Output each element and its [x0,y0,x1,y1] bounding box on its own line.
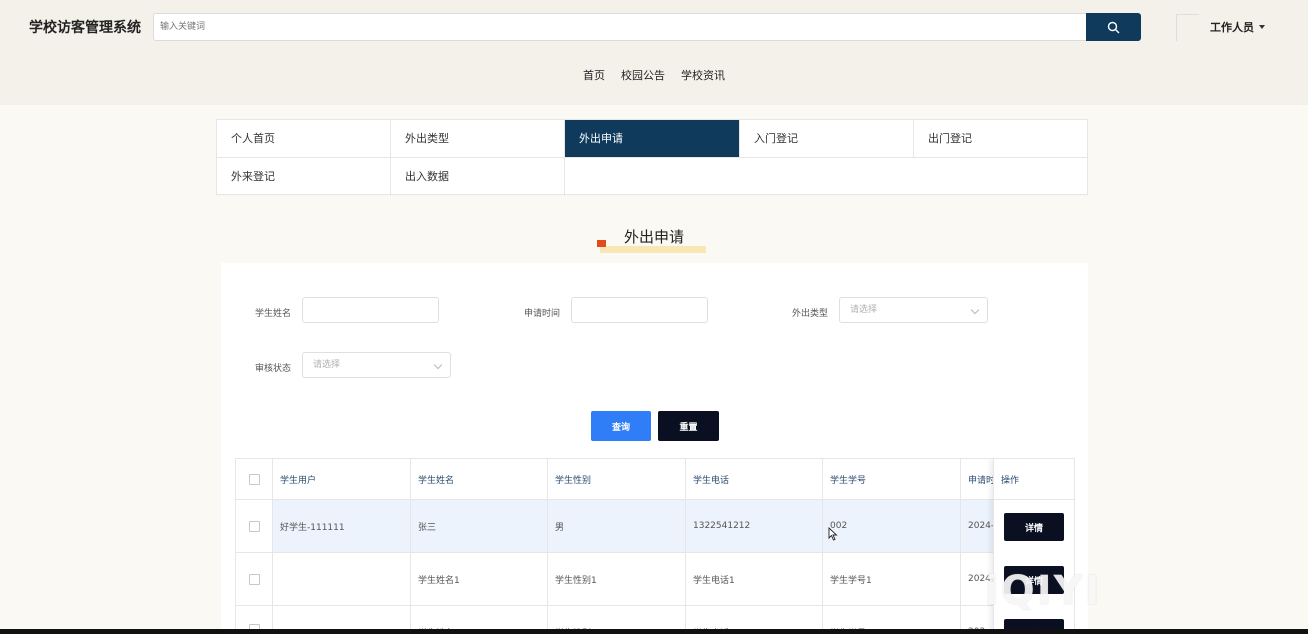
apply-time-label: 申请时间 [524,309,561,319]
search-box [153,13,1087,41]
avatar[interactable] [1176,14,1199,41]
chevron-down-icon [970,305,980,315]
review-status-label: 审核状态 [255,364,292,374]
search-icon [1107,21,1120,33]
out-type-placeholder: 请选择 [850,305,878,315]
menu-out-type[interactable]: 外出类型 [391,120,565,158]
table-cell: 1322541212 [686,500,823,553]
brand-title: 学校访客管理系统 [29,20,141,36]
detail-button[interactable]: 详情 [1004,513,1064,541]
student-name-label: 学生姓名 [255,309,292,319]
table-header-cell: 学生姓名 [411,459,548,500]
title-underline [600,246,706,253]
out-type-label: 外出类型 [792,309,829,319]
nav-news[interactable]: 学校资讯 [681,67,725,83]
review-status-select[interactable]: 请选择 [302,352,451,378]
mouse-cursor-icon [828,527,838,541]
module-menu: 个人首页 外出类型 外出申请 入门登记 出门登记 外来登记 出入数据 [216,119,1088,196]
table-header-cell: 学生性别 [548,459,686,500]
menu-personal-home[interactable]: 个人首页 [217,120,391,158]
table-cell [273,553,411,606]
bottom-bar [0,629,1308,634]
search-button[interactable] [1086,13,1141,41]
menu-entry-register[interactable]: 入门登记 [740,120,914,158]
apply-time-input[interactable] [571,297,708,323]
watermark-logo: iQIYI [985,568,1102,614]
table-cell: 男 [548,500,686,553]
table-cell: 学生性别1 [548,553,686,606]
table-cell: 学生姓名1 [411,553,548,606]
table-cell: 好学生-111111 [273,500,411,553]
table-header-cell: 学生用户 [273,459,411,500]
query-button[interactable]: 查询 [591,411,651,441]
table-header-cell: 操作 [994,459,1074,500]
table-cell: 学生电话1 [686,553,823,606]
review-status-placeholder: 请选择 [313,360,341,370]
row-checkbox-cell [236,553,273,606]
user-name-label: 工作人员 [1210,21,1254,34]
nav-announcements[interactable]: 校园公告 [621,67,665,83]
menu-out-apply[interactable]: 外出申请 [565,120,740,158]
out-type-select[interactable]: 请选择 [839,297,988,323]
table-header-cell: 学生学号 [823,459,961,500]
table-header-checkbox-cell [236,459,273,500]
menu-exit-register[interactable]: 出门登记 [914,120,1087,158]
row-checkbox[interactable] [248,573,260,585]
top-nav: 首页 校园公告 学校资讯 [0,67,1308,83]
data-table: 学生用户 学生姓名 学生性别 学生电话 学生学号 申请时 好学生-111111 … [235,458,1075,634]
caret-down-icon [1259,25,1265,29]
select-all-checkbox[interactable] [248,473,260,485]
student-name-input[interactable] [302,297,439,323]
user-menu[interactable]: 工作人员 [1210,19,1265,35]
search-input[interactable] [154,14,1087,40]
table-cell: 002 [823,500,961,553]
page-title: 外出申请 [624,228,685,246]
table-cell: 学生学号1 [823,553,961,606]
menu-access-data[interactable]: 出入数据 [391,158,565,196]
menu-visitor-register[interactable]: 外来登记 [217,158,391,196]
row-checkbox-cell [236,500,273,553]
table-cell: 张三 [411,500,548,553]
nav-home[interactable]: 首页 [583,67,605,83]
table-header-cell: 学生电话 [686,459,823,500]
chevron-down-icon [433,360,443,370]
row-checkbox[interactable] [248,520,260,532]
reset-button[interactable]: 重置 [658,411,719,441]
title-flag-icon [597,240,606,247]
